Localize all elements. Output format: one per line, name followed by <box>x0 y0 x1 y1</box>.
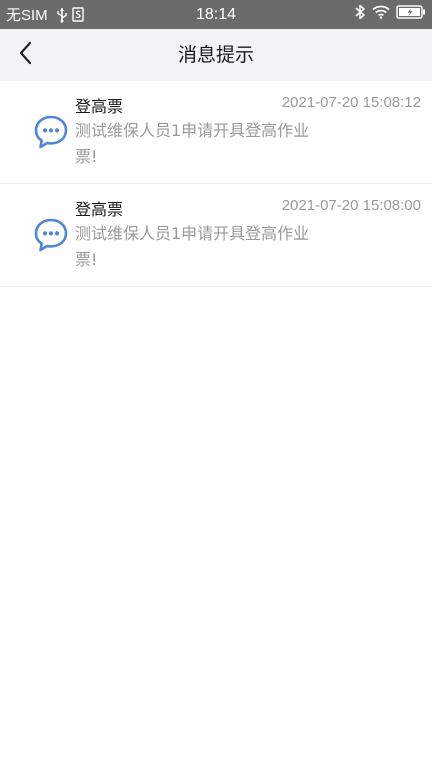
chat-bubble-icon <box>33 217 69 253</box>
bluetooth-icon <box>354 4 366 25</box>
nav-bar: 消息提示 <box>0 29 432 81</box>
message-title: 登高票 <box>75 200 124 219</box>
message-time: 2021-07-20 15:08:12 <box>281 94 421 111</box>
message-body: 测试维保人员1申请开具登高作业票! <box>75 224 310 269</box>
battery-charging-icon <box>396 5 426 24</box>
message-title: 登高票 <box>75 97 124 116</box>
chat-bubble-icon <box>33 114 69 150</box>
message-item[interactable]: 登高票 2021-07-20 15:08:00 测试维保人员1申请开具登高作业票… <box>0 184 432 287</box>
message-time: 2021-07-20 15:08:00 <box>281 197 421 214</box>
status-bar: 无SIM 18:14 <box>0 0 432 29</box>
page-title: 消息提示 <box>177 44 254 66</box>
message-item[interactable]: 登高票 2021-07-20 15:08:12 测试维保人员1申请开具登高作业票… <box>0 81 432 184</box>
message-body: 测试维保人员1申请开具登高作业票! <box>75 121 310 166</box>
status-right <box>354 0 426 29</box>
wifi-icon <box>372 5 390 24</box>
message-list: 登高票 2021-07-20 15:08:12 测试维保人员1申请开具登高作业票… <box>0 81 432 287</box>
